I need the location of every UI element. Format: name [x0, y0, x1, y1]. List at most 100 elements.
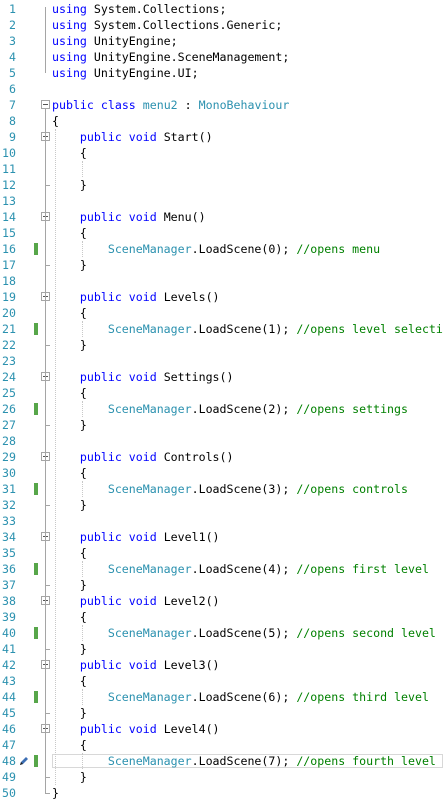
- code-line[interactable]: 43 {: [0, 673, 443, 689]
- keyword-token: void: [128, 594, 157, 608]
- code-token: }: [79, 642, 87, 656]
- line-number: 48: [2, 754, 16, 768]
- line-number: 33: [2, 514, 16, 528]
- code-line[interactable]: 29 public void Controls(): [0, 449, 443, 465]
- code-line[interactable]: 12 }: [0, 177, 443, 193]
- code-line[interactable]: 1 using System.Collections;: [0, 1, 443, 17]
- code-line[interactable]: 4 using UnityEngine.SceneManagement;: [0, 49, 443, 65]
- code-token: Level2(): [156, 594, 220, 608]
- code-line[interactable]: 11: [0, 161, 443, 177]
- code-text: public void Controls(): [52, 449, 234, 465]
- code-line[interactable]: 15 {: [0, 225, 443, 241]
- code-line[interactable]: 39 {: [0, 609, 443, 625]
- code-line[interactable]: 50}: [0, 785, 443, 801]
- code-line[interactable]: 20 {: [0, 305, 443, 321]
- code-text: public void Menu(): [52, 209, 206, 225]
- code-line[interactable]: 46 public void Level4(): [0, 721, 443, 737]
- code-line[interactable]: 23: [0, 353, 443, 369]
- code-text: {: [52, 545, 87, 561]
- code-line[interactable]: 37 }: [0, 577, 443, 593]
- code-text: SceneManager.LoadScene(6); //opens third…: [52, 689, 429, 705]
- code-line[interactable]: 26 SceneManager.LoadScene(2); //opens se…: [0, 401, 443, 417]
- type-token: SceneManager: [107, 690, 192, 704]
- indent-guide: [82, 401, 83, 417]
- code-line[interactable]: 21 SceneManager.LoadScene(1); //opens le…: [0, 321, 443, 337]
- code-line[interactable]: 13: [0, 193, 443, 209]
- change-marker: [34, 563, 38, 575]
- code-line[interactable]: 32 }: [0, 497, 443, 513]
- code-line[interactable]: 18: [0, 273, 443, 289]
- code-line[interactable]: 17 }: [0, 257, 443, 273]
- line-number: 45: [2, 706, 16, 720]
- code-text: {: [52, 145, 87, 161]
- code-text: {: [52, 673, 87, 689]
- code-line[interactable]: 44 SceneManager.LoadScene(6); //opens th…: [0, 689, 443, 705]
- line-number: 22: [2, 338, 16, 352]
- code-line[interactable]: 35 {: [0, 545, 443, 561]
- code-line[interactable]: 30 {: [0, 465, 443, 481]
- line-number: 17: [2, 258, 16, 272]
- line-number: 39: [2, 610, 16, 624]
- code-line[interactable]: 19 public void Levels(): [0, 289, 443, 305]
- code-editor[interactable]: 1 using System.Collections; 2 using System.…: [0, 0, 443, 801]
- code-line[interactable]: 36 SceneManager.LoadScene(4); //opens fi…: [0, 561, 443, 577]
- code-line[interactable]: 28: [0, 433, 443, 449]
- code-line[interactable]: 49 }: [0, 769, 443, 785]
- code-line[interactable]: 10 {: [0, 145, 443, 161]
- code-line[interactable]: 3 using UnityEngine;: [0, 33, 443, 49]
- code-line[interactable]: 38 public void Level2(): [0, 593, 443, 609]
- code-text: }: [52, 497, 87, 513]
- code-line[interactable]: 24 public void Settings(): [0, 369, 443, 385]
- code-line[interactable]: 9 public void Start(): [0, 129, 443, 145]
- code-text: }: [52, 257, 87, 273]
- code-text: }: [52, 417, 87, 433]
- code-line[interactable]: 7 public class menu2 : MonoBehaviour: [0, 97, 443, 113]
- outline-guide: [45, 7, 46, 73]
- code-line[interactable]: 25 {: [0, 385, 443, 401]
- code-line[interactable]: 14 public void Menu(): [0, 209, 443, 225]
- code-line[interactable]: 42 public void Level3(): [0, 657, 443, 673]
- code-line[interactable]: 2 using System.Collections.Generic;: [0, 17, 443, 33]
- outline-guide: [45, 221, 46, 265]
- code-line[interactable]: 22 }: [0, 337, 443, 353]
- keyword-token: using: [52, 50, 87, 64]
- code-line[interactable]: 41 }: [0, 641, 443, 657]
- line-number: 25: [2, 386, 16, 400]
- code-line[interactable]: 33: [0, 513, 443, 529]
- pencil-icon[interactable]: [18, 755, 30, 767]
- code-text: {: [52, 385, 87, 401]
- code-line[interactable]: 48 SceneManager.LoadScene(7); //opens fo…: [0, 753, 443, 769]
- code-line[interactable]: 5 using UnityEngine.UI;: [0, 65, 443, 81]
- code-token: .LoadScene(0);: [191, 242, 297, 256]
- code-text: SceneManager.LoadScene(7); //opens fourt…: [52, 753, 436, 769]
- outline-guide-end: [45, 505, 50, 506]
- code-line[interactable]: 16 SceneManager.LoadScene(0); //opens me…: [0, 241, 443, 257]
- code-text: using System.Collections;: [52, 1, 227, 17]
- code-line[interactable]: 27 }: [0, 417, 443, 433]
- code-line[interactable]: 40 SceneManager.LoadScene(5); //opens se…: [0, 625, 443, 641]
- code-token: {: [79, 386, 87, 400]
- code-line[interactable]: 45 }: [0, 705, 443, 721]
- code-line[interactable]: 8{: [0, 113, 443, 129]
- code-line[interactable]: 6: [0, 81, 443, 97]
- collapse-toggle-icon[interactable]: [41, 100, 50, 109]
- code-token: Menu(): [156, 210, 206, 224]
- code-line[interactable]: 47 {: [0, 737, 443, 753]
- code-line[interactable]: 34 public void Level1(): [0, 529, 443, 545]
- keyword-token: public: [79, 210, 122, 224]
- code-line[interactable]: 31 SceneManager.LoadScene(3); //opens co…: [0, 481, 443, 497]
